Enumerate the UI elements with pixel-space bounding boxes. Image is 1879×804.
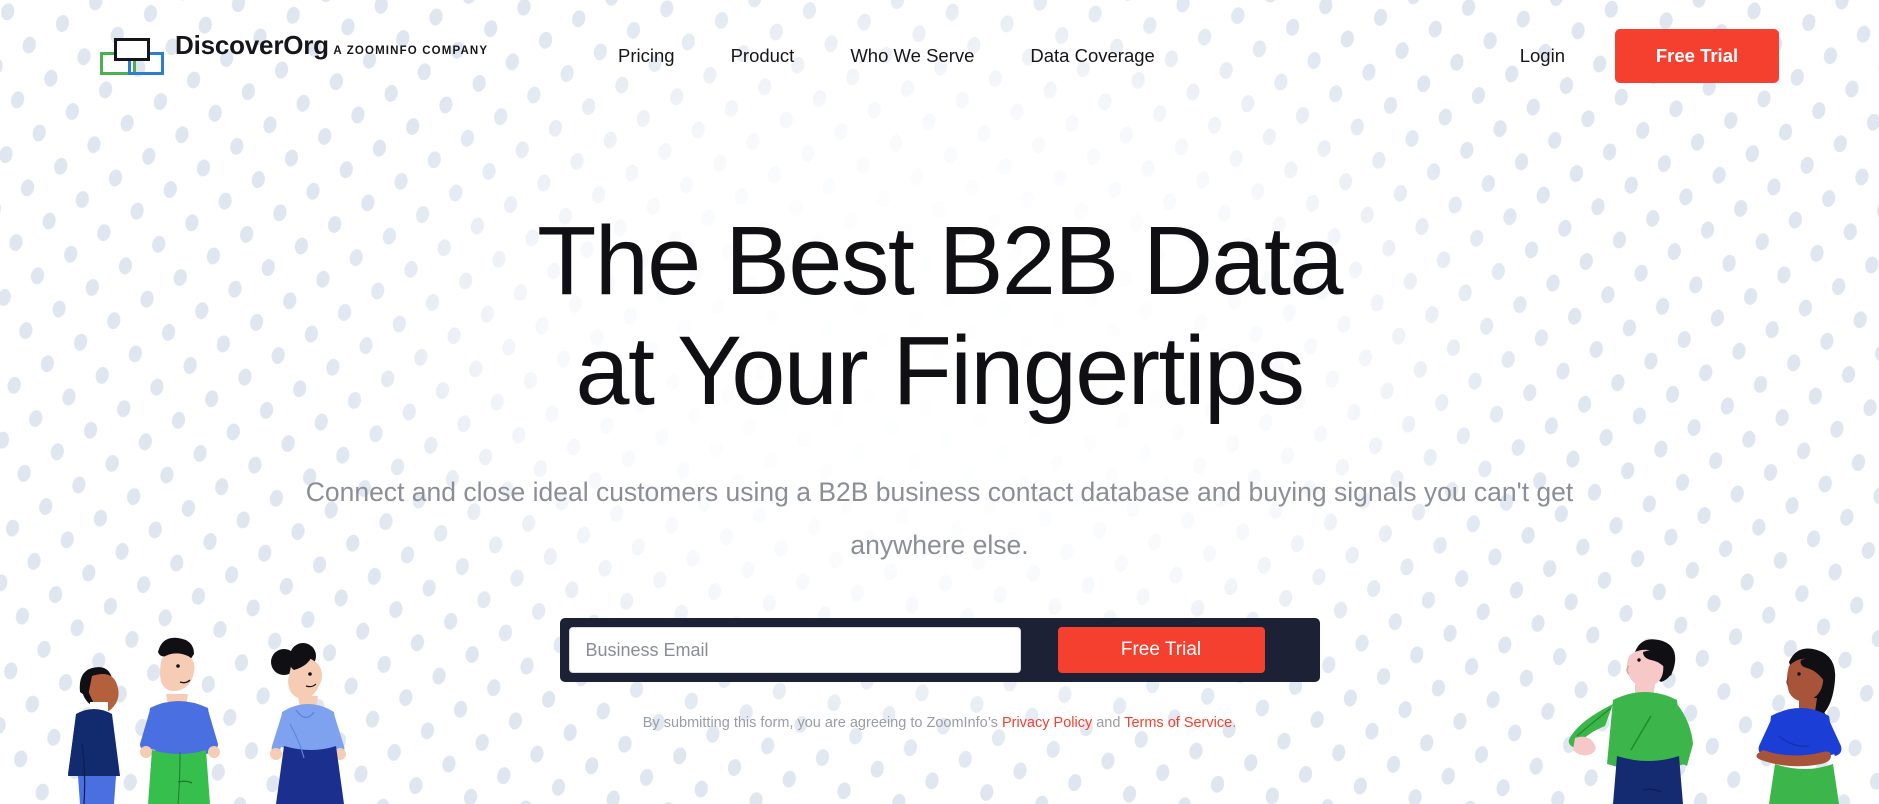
hero-title-line-1: The Best B2B Data bbox=[537, 206, 1343, 315]
nav-item-data-coverage[interactable]: Data Coverage bbox=[1030, 45, 1154, 67]
nav-item-pricing[interactable]: Pricing bbox=[618, 45, 675, 67]
brand-logo-text: DiscoverOrg A ZOOMINFO COMPANY bbox=[175, 31, 488, 59]
site-header: DiscoverOrg A ZOOMINFO COMPANY Pricing P… bbox=[0, 0, 1879, 112]
brand-tagline: A ZOOMINFO COMPANY bbox=[333, 45, 489, 57]
legal-prefix: By submitting this form, you are agreein… bbox=[642, 715, 1002, 731]
landing-page: DiscoverOrg A ZOOMINFO COMPANY Pricing P… bbox=[0, 0, 1879, 804]
login-link[interactable]: Login bbox=[1520, 45, 1565, 67]
terms-of-service-link[interactable]: Terms of Service bbox=[1124, 715, 1232, 731]
page-title: The Best B2B Data at Your Fingertips bbox=[0, 206, 1879, 426]
header-free-trial-button[interactable]: Free Trial bbox=[1615, 29, 1779, 83]
legal-suffix: . bbox=[1232, 715, 1237, 731]
illustration-people-right bbox=[1568, 639, 1842, 804]
discoverorg-logo-icon bbox=[100, 38, 164, 75]
illustration-people-left bbox=[68, 637, 346, 804]
form-free-trial-button[interactable]: Free Trial bbox=[1057, 627, 1265, 673]
brand-logo[interactable]: DiscoverOrg A ZOOMINFO COMPANY bbox=[100, 31, 488, 75]
hero-subtitle: Connect and close ideal customers using … bbox=[305, 477, 1574, 560]
free-trial-form: Free Trial bbox=[559, 618, 1320, 682]
brand-name: DiscoverOrg bbox=[175, 30, 329, 60]
business-email-input[interactable] bbox=[568, 627, 1021, 673]
nav-item-product[interactable]: Product bbox=[731, 45, 795, 67]
header-actions: Login Free Trial bbox=[1520, 0, 1779, 112]
nav-item-who-we-serve[interactable]: Who We Serve bbox=[850, 45, 974, 67]
logo-rect-black bbox=[114, 38, 150, 61]
privacy-policy-link[interactable]: Privacy Policy bbox=[1002, 715, 1092, 731]
main-navigation: Pricing Product Who We Serve Data Covera… bbox=[618, 0, 1155, 112]
hero-title-line-2: at Your Fingertips bbox=[575, 316, 1305, 425]
legal-middle: and bbox=[1092, 715, 1125, 731]
